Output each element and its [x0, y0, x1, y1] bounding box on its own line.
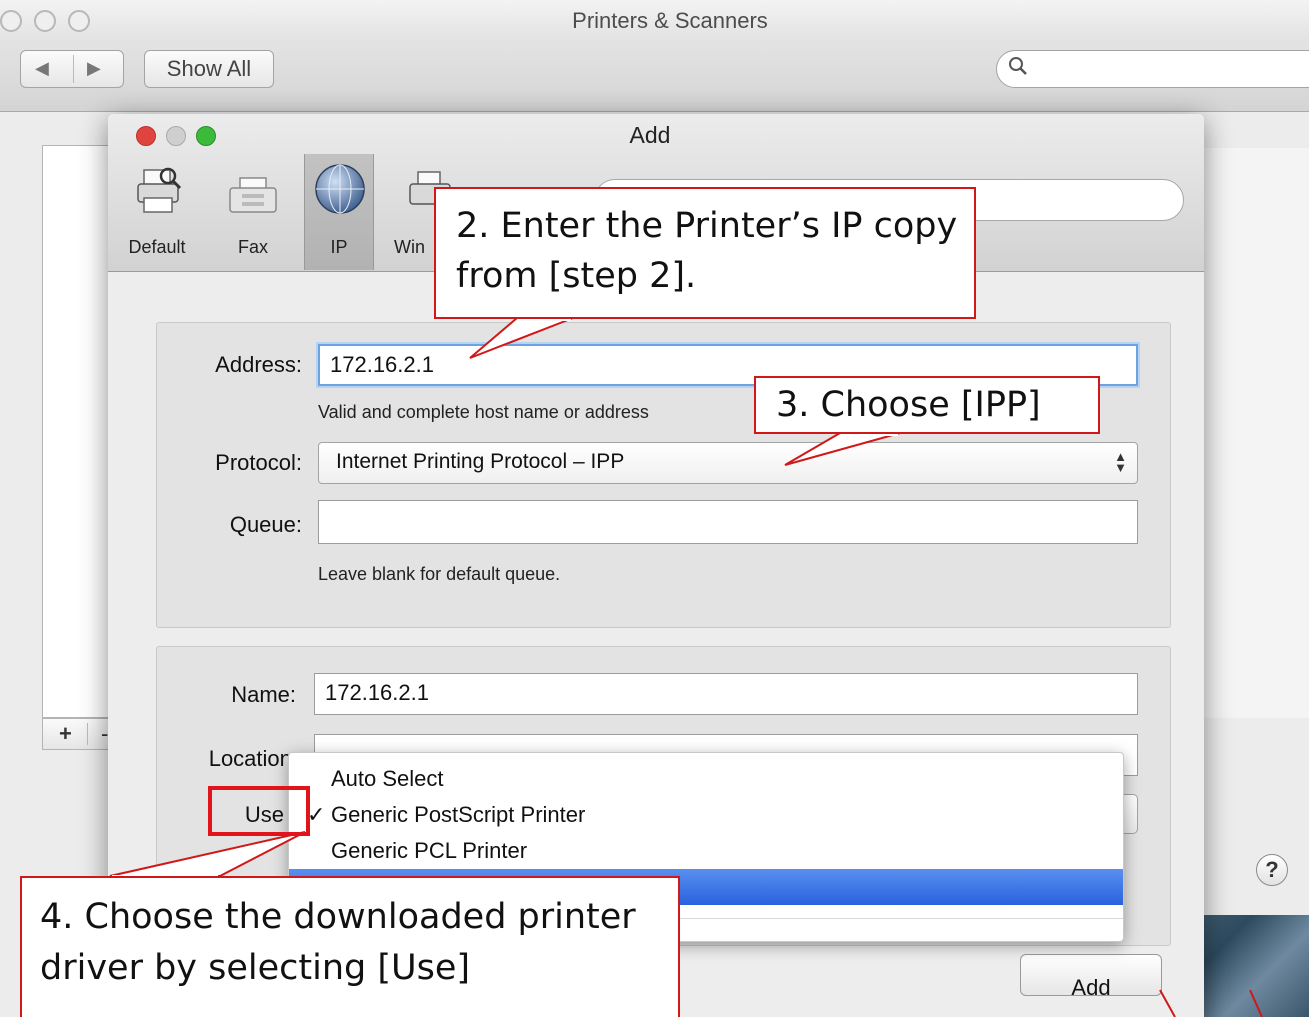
callout-step2: 2. Enter the Printer’s IP copy from [ste…: [434, 187, 976, 319]
callout-step4: 4. Choose the downloaded printer driver …: [20, 876, 680, 1017]
callout-step3: 3. Choose [IPP]: [754, 376, 1100, 434]
use-highlight-box: [208, 786, 310, 836]
callout-tails: [109, 317, 1263, 1017]
